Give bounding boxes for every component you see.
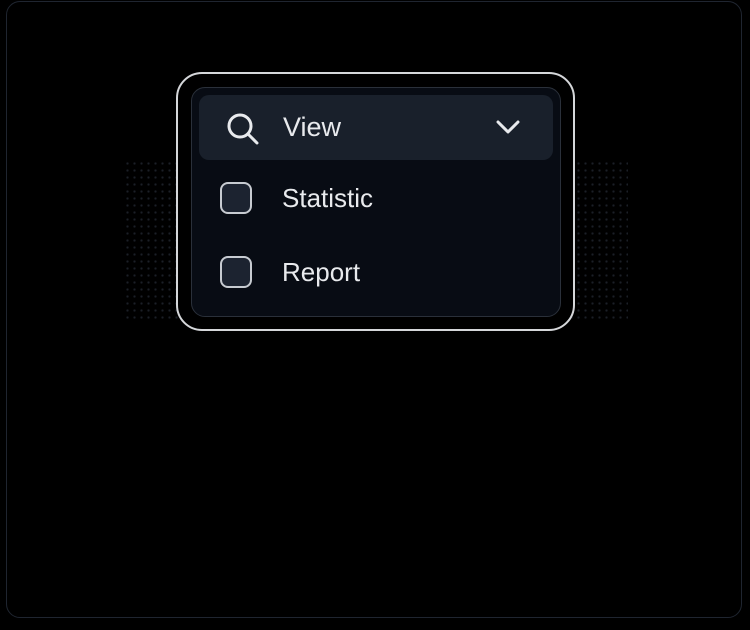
dot-pattern-right <box>568 160 628 320</box>
dropdown-label: View <box>283 112 342 142</box>
search-icon <box>227 113 259 145</box>
option-label: Statistic <box>282 183 374 213</box>
option-label: Report <box>282 257 361 287</box>
view-dropdown: View Statistic Report <box>191 87 561 317</box>
chevron-down-icon[interactable] <box>494 117 522 137</box>
dot-pattern-left <box>124 160 184 320</box>
dropdown-header[interactable]: View <box>199 95 553 160</box>
statistic-checkbox[interactable] <box>220 182 252 214</box>
option-report[interactable]: Report <box>206 248 546 298</box>
option-statistic[interactable]: Statistic <box>206 174 546 224</box>
report-checkbox[interactable] <box>220 256 252 288</box>
